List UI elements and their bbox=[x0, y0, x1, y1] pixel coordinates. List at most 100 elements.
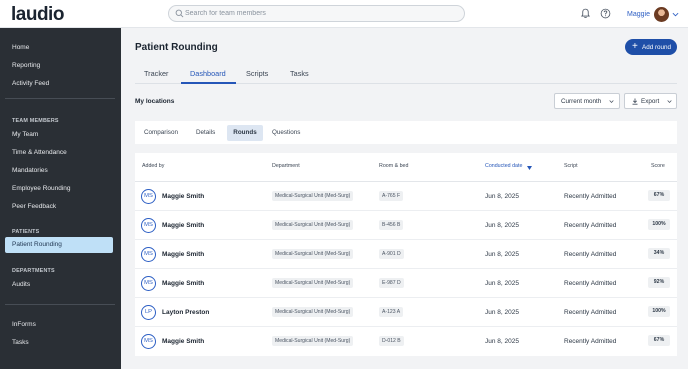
plus-icon: + bbox=[632, 41, 638, 52]
conducted-date: Jun 8, 2025 bbox=[485, 280, 519, 287]
period-dropdown[interactable]: Current month bbox=[554, 93, 620, 109]
score-badge: 67% bbox=[648, 190, 670, 201]
page-title: Patient Rounding bbox=[135, 42, 218, 53]
subtab-bar: Comparison Details Rounds Questions bbox=[135, 121, 677, 144]
help-icon[interactable] bbox=[600, 8, 611, 19]
conducted-date: Jun 8, 2025 bbox=[485, 338, 519, 345]
sidebar: Home Reporting Activity Feed TEAM MEMBER… bbox=[0, 28, 121, 369]
sidebar-item-reporting[interactable]: Reporting bbox=[12, 62, 40, 69]
column-header-room-bed[interactable]: Room & bed bbox=[379, 163, 408, 169]
app-logo[interactable]: laudio bbox=[11, 4, 64, 26]
added-by-name: Maggie Smith bbox=[162, 222, 205, 229]
add-round-button[interactable]: + Add round bbox=[625, 39, 677, 55]
sidebar-item-audits[interactable]: Audits bbox=[12, 281, 30, 288]
sidebar-item-my-team[interactable]: My Team bbox=[12, 131, 38, 138]
column-header-department[interactable]: Department bbox=[272, 163, 300, 169]
script-name: Recently Admitted bbox=[564, 222, 617, 229]
bell-icon[interactable] bbox=[580, 8, 591, 19]
tab-dashboard[interactable]: Dashboard bbox=[190, 69, 226, 78]
score-badge: 100% bbox=[648, 306, 670, 317]
avatar: MS bbox=[141, 189, 156, 204]
search-input[interactable] bbox=[185, 7, 455, 20]
added-by-name: Maggie Smith bbox=[162, 280, 205, 287]
chevron-down-icon bbox=[609, 100, 614, 104]
sidebar-heading-departments: DEPARTMENTS bbox=[12, 268, 55, 274]
sidebar-divider bbox=[5, 304, 115, 305]
subtab-details[interactable]: Details bbox=[191, 125, 220, 141]
department-tag: Medical-Surgical Unit (Med-Surg) bbox=[272, 278, 354, 288]
table-row[interactable]: MS Maggie Smith Medical-Surgical Unit (M… bbox=[135, 211, 677, 240]
room-bed-tag: A-765 F bbox=[379, 191, 404, 201]
sidebar-item-tasks[interactable]: Tasks bbox=[12, 339, 29, 346]
subtab-rounds[interactable]: Rounds bbox=[227, 125, 263, 141]
column-header-conducted-date[interactable]: Conducted date bbox=[485, 163, 522, 169]
tab-scripts[interactable]: Scripts bbox=[246, 69, 268, 78]
export-label: Export bbox=[641, 98, 660, 105]
sort-down-icon[interactable] bbox=[527, 166, 532, 170]
sidebar-item-activity-feed[interactable]: Activity Feed bbox=[12, 80, 49, 87]
department-tag: Medical-Surgical Unit (Med-Surg) bbox=[272, 191, 354, 201]
score-badge: 34% bbox=[648, 248, 670, 259]
chevron-down-icon bbox=[667, 100, 672, 104]
export-dropdown[interactable]: Export bbox=[624, 93, 677, 109]
column-header-added-by[interactable]: Added by bbox=[142, 163, 164, 169]
table-row[interactable]: MS Maggie Smith Medical-Surgical Unit (M… bbox=[135, 269, 677, 298]
download-icon bbox=[632, 98, 638, 105]
table-row[interactable]: MS Maggie Smith Medical-Surgical Unit (M… bbox=[135, 327, 677, 356]
subtab-comparison[interactable]: Comparison bbox=[139, 125, 183, 141]
table-row[interactable]: MS Maggie Smith Medical-Surgical Unit (M… bbox=[135, 240, 677, 269]
sidebar-item-mandatories[interactable]: Mandatories bbox=[12, 167, 48, 174]
tab-tracker[interactable]: Tracker bbox=[144, 69, 168, 78]
room-bed-tag: E-987 D bbox=[379, 278, 404, 288]
user-avatar bbox=[653, 6, 669, 22]
added-by-name: Maggie Smith bbox=[162, 193, 205, 200]
score-badge: 92% bbox=[648, 277, 670, 288]
subtab-label: Comparison bbox=[144, 129, 178, 136]
score-badge: 67% bbox=[648, 335, 670, 346]
sidebar-divider bbox=[5, 98, 115, 99]
department-tag: Medical-Surgical Unit (Med-Surg) bbox=[272, 307, 354, 317]
search-icon bbox=[175, 9, 184, 18]
rounds-table: Added by Department Room & bed Conducted… bbox=[135, 153, 677, 356]
column-header-script[interactable]: Script bbox=[564, 163, 578, 169]
sidebar-heading-team-members: TEAM MEMBERS bbox=[12, 118, 59, 124]
room-bed-tag: A-123 A bbox=[379, 307, 404, 317]
table-row[interactable]: MS Maggie Smith Medical-Surgical Unit (M… bbox=[135, 182, 677, 211]
department-tag: Medical-Surgical Unit (Med-Surg) bbox=[272, 336, 354, 346]
period-dropdown-value: Current month bbox=[561, 98, 602, 105]
tab-tasks[interactable]: Tasks bbox=[290, 69, 309, 78]
sidebar-item-informs[interactable]: InForms bbox=[12, 321, 36, 328]
script-name: Recently Admitted bbox=[564, 193, 617, 200]
script-name: Recently Admitted bbox=[564, 251, 617, 258]
added-by-name: Layton Preston bbox=[162, 309, 210, 316]
script-name: Recently Admitted bbox=[564, 338, 617, 345]
sidebar-item-patient-rounding[interactable]: Patient Rounding bbox=[5, 237, 113, 253]
avatar: LP bbox=[141, 305, 156, 320]
subtab-label: Questions bbox=[272, 129, 301, 136]
column-header-score[interactable]: Score bbox=[651, 163, 665, 169]
avatar: MS bbox=[141, 218, 156, 233]
sidebar-item-time-attendance[interactable]: Time & Attendance bbox=[12, 149, 67, 156]
conducted-date: Jun 8, 2025 bbox=[485, 222, 519, 229]
sidebar-item-home[interactable]: Home bbox=[12, 44, 29, 51]
user-name: Maggie bbox=[627, 10, 650, 18]
add-round-label: Add round bbox=[642, 43, 672, 51]
sidebar-item-peer-feedback[interactable]: Peer Feedback bbox=[12, 203, 56, 210]
conducted-date: Jun 8, 2025 bbox=[485, 193, 519, 200]
avatar: MS bbox=[141, 247, 156, 262]
department-tag: Medical-Surgical Unit (Med-Surg) bbox=[272, 249, 354, 259]
sidebar-item-employee-rounding[interactable]: Employee Rounding bbox=[12, 185, 71, 192]
table-row[interactable]: LP Layton Preston Medical-Surgical Unit … bbox=[135, 298, 677, 327]
sidebar-heading-patients: PATIENTS bbox=[12, 229, 40, 235]
conducted-date: Jun 8, 2025 bbox=[485, 251, 519, 258]
conducted-date: Jun 8, 2025 bbox=[485, 309, 519, 316]
avatar: MS bbox=[141, 276, 156, 291]
subtab-questions[interactable]: Questions bbox=[267, 125, 305, 141]
subtab-label: Details bbox=[196, 129, 216, 136]
room-bed-tag: D-012 B bbox=[379, 336, 404, 346]
room-bed-tag: B-456 B bbox=[379, 220, 404, 230]
search-box[interactable] bbox=[168, 5, 465, 22]
department-tag: Medical-Surgical Unit (Med-Surg) bbox=[272, 220, 354, 230]
user-menu[interactable]: Maggie bbox=[627, 6, 679, 22]
added-by-name: Maggie Smith bbox=[162, 251, 205, 258]
